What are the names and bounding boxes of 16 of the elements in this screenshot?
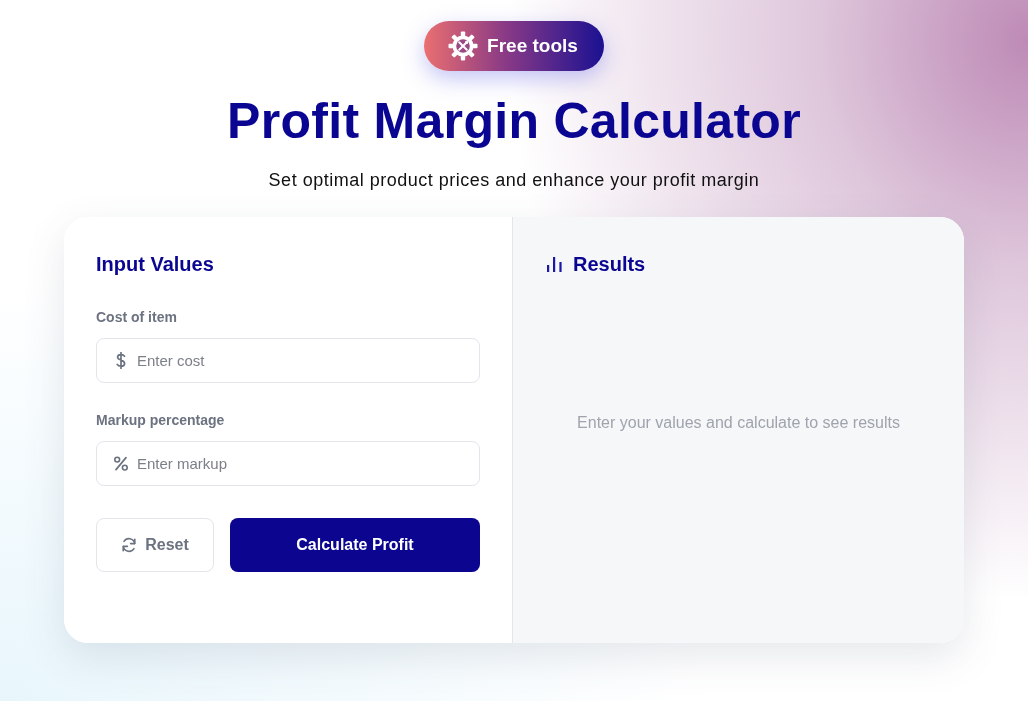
field-label: Markup percentage	[96, 411, 225, 430]
percent-icon	[113, 455, 129, 472]
panel-heading: Input Values	[96, 252, 214, 277]
page-subtitle: Set optimal product prices and enhance your profit margin	[268, 169, 760, 192]
markup-input[interactable]: Enter markup	[96, 441, 480, 486]
cost-input[interactable]: Enter cost	[96, 338, 480, 383]
gear-tools-icon	[448, 31, 479, 61]
empty-results-message: Enter your values and calculate to see results	[577, 413, 900, 433]
reset-button[interactable]: Reset	[96, 518, 214, 572]
field-label: Cost of item	[96, 308, 177, 327]
bar-chart-icon	[547, 256, 562, 272]
refresh-icon	[121, 537, 138, 553]
free-tools-badge: Free tools	[424, 21, 604, 71]
panel-heading: Results	[573, 252, 646, 277]
calculate-button[interactable]: Calculate Profit	[230, 518, 480, 572]
page-title: Profit Margin Calculator	[227, 92, 801, 151]
